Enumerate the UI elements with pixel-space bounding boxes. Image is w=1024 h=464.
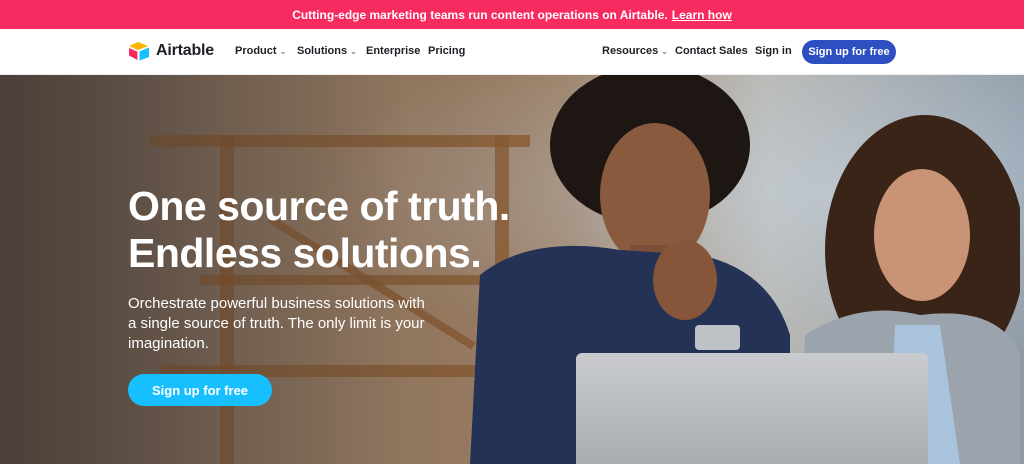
nav-product[interactable]: Product ⌄ (235, 45, 286, 57)
nav-solutions[interactable]: Solutions ⌄ (297, 45, 357, 57)
chevron-down-icon: ⌄ (350, 46, 357, 56)
promo-banner: Cutting-edge marketing teams run content… (0, 0, 1024, 29)
learn-how-link[interactable]: Learn how (672, 8, 732, 22)
chevron-down-icon: ⌄ (661, 46, 668, 56)
airtable-logo-icon (129, 42, 149, 61)
hero-signup-button[interactable]: Sign up for free (128, 374, 272, 406)
nav-resources[interactable]: Resources ⌄ (602, 45, 668, 57)
nav-sign-in-label: Sign in (755, 45, 792, 57)
nav-pricing-label: Pricing (428, 45, 466, 57)
hero-section: One source of truth. Endless solutions. … (0, 75, 1024, 464)
nav-solutions-label: Solutions (297, 45, 348, 57)
chevron-down-icon: ⌄ (279, 46, 287, 56)
banner-text: Cutting-edge marketing teams run content… (292, 7, 668, 22)
top-nav: Airtable Product ⌄ Solutions ⌄ Enterpris… (0, 29, 1024, 75)
hero-headline: One source of truth. Endless solutions. (128, 183, 510, 277)
laptop-image (576, 353, 928, 464)
nav-contact-sales-label: Contact Sales (675, 45, 748, 57)
headline-line-2: Endless solutions. (128, 230, 482, 276)
nav-enterprise[interactable]: Enterprise (366, 45, 420, 57)
signup-button[interactable]: Sign up for free (802, 40, 896, 64)
nav-product-label: Product (235, 45, 277, 57)
nav-resources-label: Resources (602, 45, 659, 57)
logo-text: Airtable (156, 42, 214, 59)
nav-pricing[interactable]: Pricing (428, 45, 465, 57)
airtable-logo[interactable]: Airtable (128, 41, 214, 61)
nav-enterprise-label: Enterprise (366, 45, 421, 57)
nav-sign-in[interactable]: Sign in (755, 45, 792, 57)
headline-line-1: One source of truth. (128, 183, 510, 229)
hero-subtext: Orchestrate powerful business solutions … (128, 295, 425, 352)
nav-contact-sales[interactable]: Contact Sales (675, 45, 748, 57)
